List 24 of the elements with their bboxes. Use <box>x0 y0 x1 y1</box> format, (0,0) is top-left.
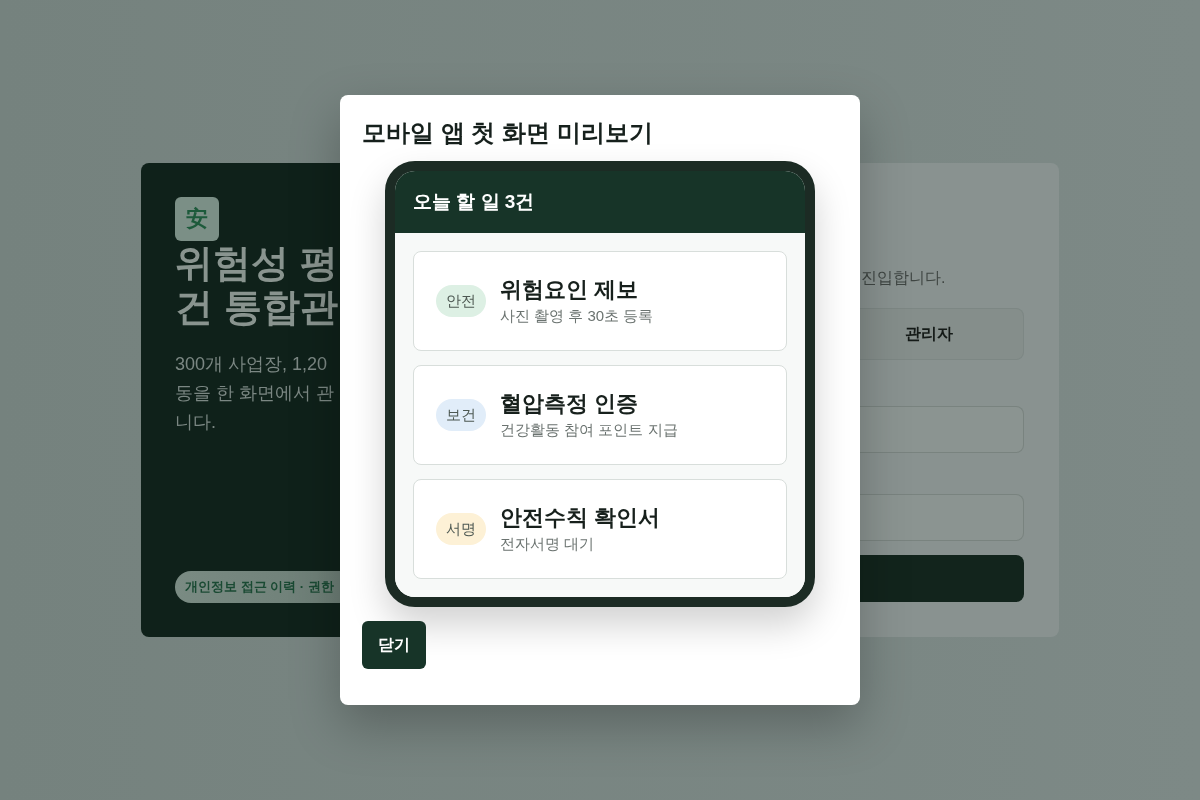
task-subtitle: 건강활동 참여 포인트 지급 <box>500 420 678 440</box>
close-button[interactable]: 닫기 <box>362 621 426 669</box>
role-button[interactable]: 관리자 <box>860 308 1024 360</box>
input-field[interactable] <box>860 406 1024 453</box>
modal-title: 모바일 앱 첫 화면 미리보기 <box>362 118 653 148</box>
task-title: 위험요인 제보 <box>500 276 640 304</box>
task-subtitle: 사진 촬영 후 30초 등록 <box>500 306 654 326</box>
header-title: 오늘 할 일 3건 <box>413 190 535 214</box>
task-title: 혈압측정 인증 <box>500 390 640 418</box>
hero-description: 300개 사업장, 1,20 동을 한 화면에서 관 니다. <box>175 353 335 434</box>
logo-tile: 安 <box>175 197 219 241</box>
task-card[interactable]: 서명 안전수칙 확인서 전자서명 대기 <box>413 479 787 579</box>
category-tag: 안전 <box>436 285 486 317</box>
task-card[interactable]: 보건 혈압측정 인증 건강활동 참여 포인트 지급 <box>413 365 787 465</box>
task-card[interactable]: 안전 위험요인 제보 사진 촬영 후 30초 등록 <box>413 251 787 351</box>
hero-title: 위험성 평 건 통합관 <box>175 241 339 329</box>
input-field[interactable] <box>860 494 1024 541</box>
category-tag: 서명 <box>436 513 486 545</box>
task-title: 안전수칙 확인서 <box>500 504 661 532</box>
login-hint: 진입합니다. <box>860 268 946 288</box>
submit-button[interactable] <box>860 555 1024 602</box>
category-tag: 보건 <box>436 399 486 431</box>
task-subtitle: 전자서명 대기 <box>500 534 596 554</box>
notice-pill: 개인정보 접근 이력 · 권한 <box>175 571 340 603</box>
